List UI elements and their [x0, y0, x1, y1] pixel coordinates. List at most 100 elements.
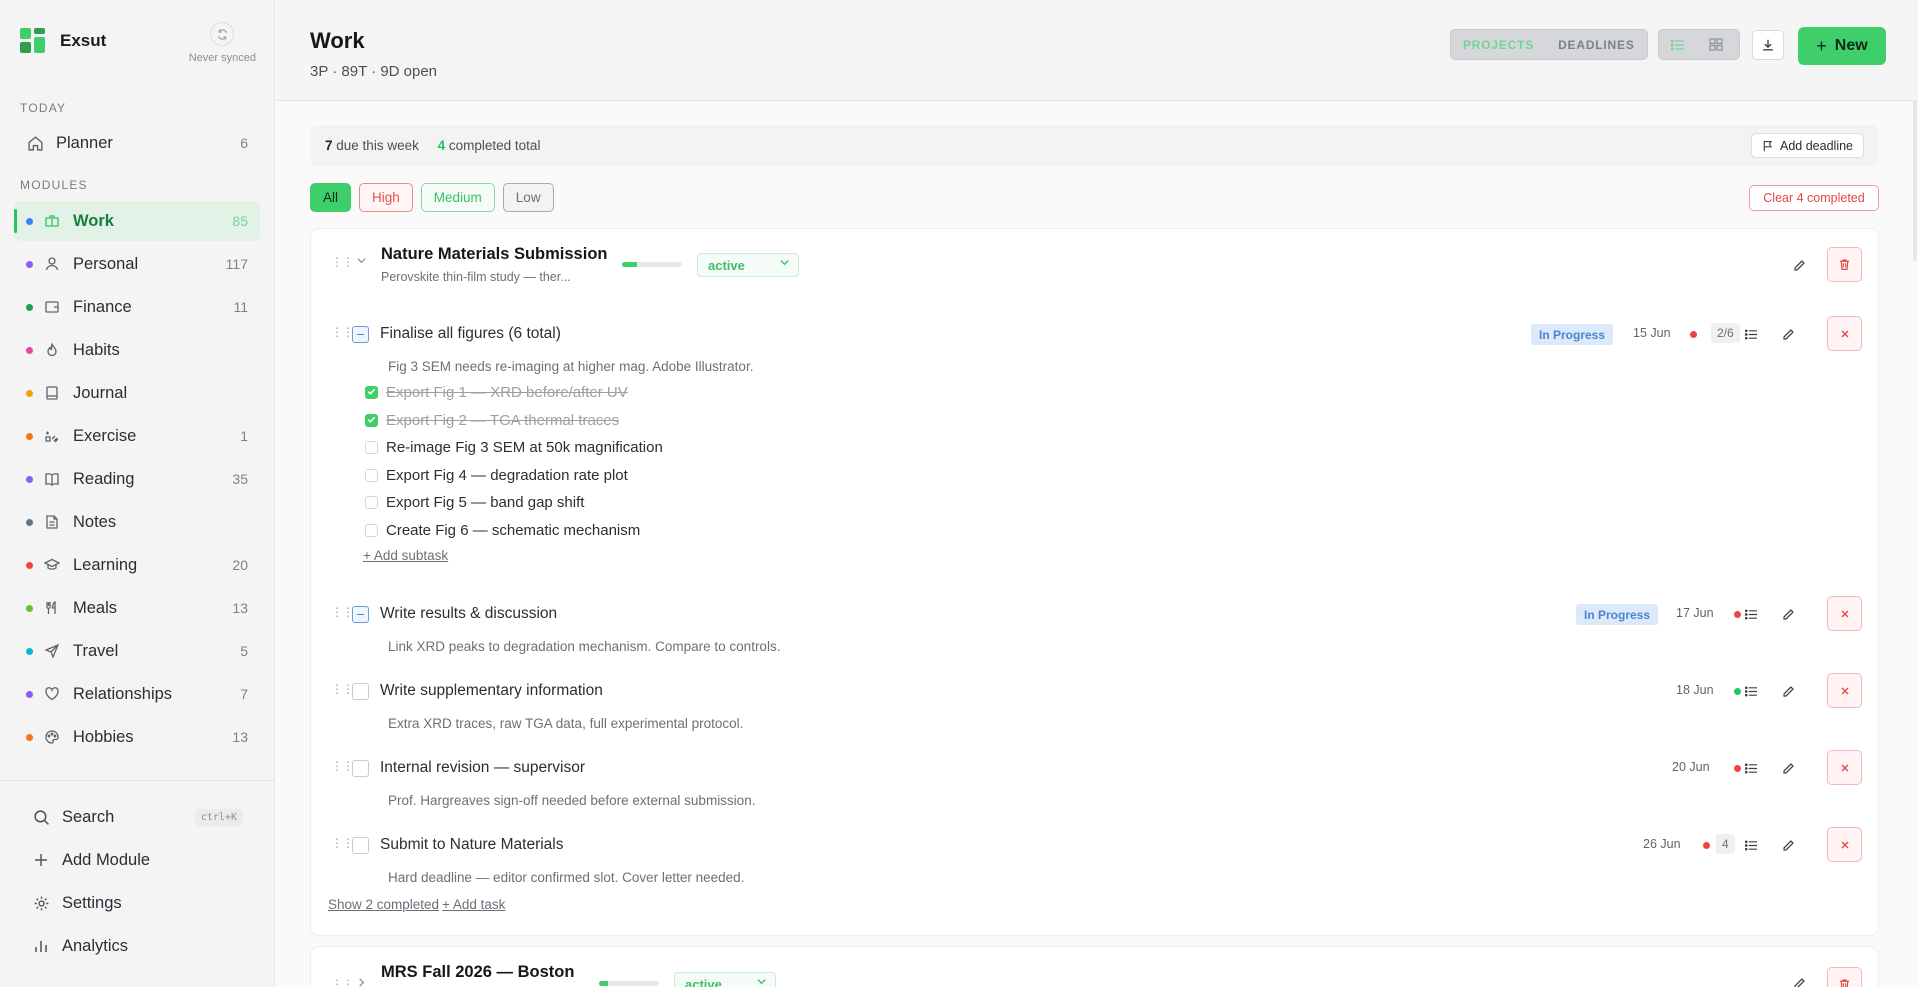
task-title[interactable]: Internal revision — supervisor [380, 759, 585, 777]
drag-handle-icon[interactable]: ⋮⋮ [331, 326, 354, 338]
edit-task-button[interactable] [1776, 679, 1800, 703]
sidebar-item-exercise[interactable]: Exercise 1 [14, 416, 260, 456]
pencil-icon [1782, 328, 1794, 340]
add-module-label: Add Module [62, 850, 151, 869]
task-checkbox[interactable] [352, 837, 369, 854]
clear-completed-button[interactable]: Clear 4 completed [1749, 185, 1879, 211]
chevron-right-icon[interactable] [356, 977, 367, 987]
delete-task-button[interactable] [1827, 750, 1862, 785]
sidebar-item-journal[interactable]: Journal [14, 373, 260, 413]
filter-high[interactable]: High [359, 183, 413, 212]
close-icon [1841, 687, 1848, 694]
delete-project-button[interactable] [1827, 967, 1862, 987]
sidebar-item-learning[interactable]: Learning 20 [14, 545, 260, 585]
delete-task-button[interactable] [1827, 673, 1862, 708]
project-title[interactable]: MRS Fall 2026 — Boston [381, 963, 574, 982]
download-button[interactable] [1752, 30, 1784, 60]
add-module-button[interactable]: Add Module [20, 841, 255, 879]
subtask-label[interactable]: Export Fig 5 — band gap shift [386, 494, 584, 511]
subtask-label[interactable]: Export Fig 1 — XRD before/after UV [386, 384, 628, 401]
chevron-down-icon[interactable] [356, 255, 367, 269]
scrollbar[interactable] [1913, 101, 1917, 261]
task-checkbox[interactable] [352, 683, 369, 700]
sidebar-item-reading[interactable]: Reading 35 [14, 459, 260, 499]
drag-handle-icon[interactable]: ⋮⋮ [331, 256, 354, 268]
subtasks-button[interactable] [1739, 679, 1763, 703]
filter-medium[interactable]: Medium [420, 183, 495, 212]
grid-view-button[interactable] [1697, 30, 1735, 59]
list-view-button[interactable] [1659, 30, 1697, 59]
subtask-checkbox[interactable] [365, 441, 378, 455]
tab-deadlines[interactable]: DEADLINES [1546, 30, 1647, 59]
sidebar-item-meals[interactable]: Meals 13 [14, 588, 260, 628]
task-title[interactable]: Finalise all figures (6 total) [380, 325, 561, 343]
delete-task-button[interactable] [1827, 827, 1862, 862]
sidebar-item-personal[interactable]: Personal 117 [14, 244, 260, 284]
sidebar-item-notes[interactable]: Notes [14, 502, 260, 542]
subtasks-button[interactable] [1739, 602, 1763, 626]
sidebar-item-relationships[interactable]: Relationships 7 [14, 674, 260, 714]
sidebar-item-planner[interactable]: Planner 6 [14, 123, 260, 163]
task-checkbox[interactable] [352, 760, 369, 777]
edit-task-button[interactable] [1776, 756, 1800, 780]
drag-handle-icon[interactable]: ⋮⋮ [331, 837, 354, 849]
sync-icon[interactable] [210, 22, 235, 46]
subtask-label[interactable]: Export Fig 2 — TGA thermal traces [386, 412, 619, 429]
delete-task-button[interactable] [1827, 596, 1862, 631]
filter-all[interactable]: All [310, 183, 352, 212]
project-status-select[interactable]: active [674, 972, 776, 987]
add-deadline-button[interactable]: Add deadline [1751, 133, 1864, 158]
add-subtask-link[interactable]: + Add subtask [363, 548, 448, 563]
priority-filters: All High Medium Low [310, 183, 554, 212]
edit-task-button[interactable] [1776, 602, 1800, 626]
drag-handle-icon[interactable]: ⋮⋮ [331, 760, 354, 772]
sync-status[interactable]: Never synced [189, 22, 256, 64]
sidebar-item-habits[interactable]: Habits [14, 330, 260, 370]
show-completed-link[interactable]: Show 2 completed [328, 897, 439, 912]
project-progress-bar [622, 262, 682, 267]
subtask-checkbox[interactable] [365, 496, 378, 510]
sidebar-item-count: 7 [240, 686, 248, 702]
new-button[interactable]: + New [1798, 27, 1886, 65]
subtask-label[interactable]: Re-image Fig 3 SEM at 50k magnification [386, 439, 663, 456]
task-due-date: 15 Jun [1633, 326, 1671, 340]
sidebar-item-hobbies[interactable]: Hobbies 13 [14, 717, 260, 757]
task-checkbox[interactable] [352, 326, 369, 343]
task-title[interactable]: Write supplementary information [380, 682, 603, 700]
drag-handle-icon[interactable]: ⋮⋮ [331, 606, 354, 618]
sidebar-item-finance[interactable]: Finance 11 [14, 287, 260, 327]
edit-task-button[interactable] [1776, 322, 1800, 346]
edit-task-button[interactable] [1776, 833, 1800, 857]
task-title[interactable]: Write results & discussion [380, 605, 557, 623]
delete-task-button[interactable] [1827, 316, 1862, 351]
drag-handle-icon[interactable]: ⋮⋮ [331, 978, 354, 987]
edit-project-button[interactable] [1787, 253, 1811, 277]
sidebar-item-travel[interactable]: Travel 5 [14, 631, 260, 671]
close-icon [1841, 764, 1848, 771]
edit-project-button[interactable] [1787, 971, 1811, 987]
analytics-button[interactable]: Analytics [20, 927, 255, 965]
add-task-link[interactable]: + Add task [442, 897, 505, 912]
task-due-date: 17 Jun [1676, 606, 1714, 620]
sidebar-item-work[interactable]: Work 85 [14, 201, 260, 241]
subtasks-button[interactable] [1739, 833, 1763, 857]
subtask-checkbox[interactable] [365, 468, 378, 482]
drag-handle-icon[interactable]: ⋮⋮ [331, 683, 354, 695]
subtask-checkbox[interactable] [365, 386, 378, 399]
subtask-checkbox[interactable] [365, 413, 378, 427]
subtasks-button[interactable] [1739, 322, 1763, 346]
filter-low[interactable]: Low [502, 183, 554, 212]
project-title[interactable]: Nature Materials Submission [381, 245, 607, 264]
task-checkbox[interactable] [352, 606, 369, 623]
delete-project-button[interactable] [1827, 247, 1862, 282]
subtasks-button[interactable] [1739, 756, 1763, 780]
project-status-select[interactable]: active [697, 253, 799, 277]
task-title[interactable]: Submit to Nature Materials [380, 836, 564, 854]
subtask-label[interactable]: Create Fig 6 — schematic mechanism [386, 522, 640, 539]
subtask-label[interactable]: Export Fig 4 — degradation rate plot [386, 467, 628, 484]
settings-button[interactable]: Settings [20, 884, 255, 922]
search-button[interactable]: Search ctrl+K [20, 798, 255, 836]
tab-projects[interactable]: PROJECTS [1451, 30, 1546, 59]
brand[interactable]: Exsut [20, 28, 106, 54]
subtask-checkbox[interactable] [365, 524, 378, 537]
